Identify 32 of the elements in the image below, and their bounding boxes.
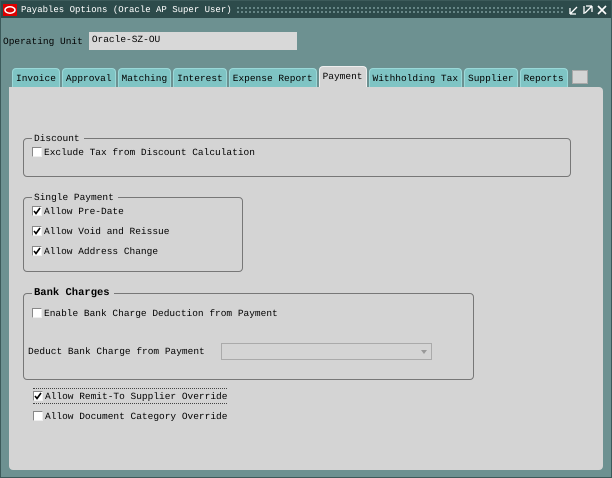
maximize-icon[interactable]: [583, 4, 593, 14]
tab[interactable]: Reports: [520, 68, 568, 87]
minimize-icon[interactable]: [569, 4, 579, 14]
checkbox[interactable]: Enable Bank Charge Deduction from Payment: [32, 305, 278, 321]
tab[interactable]: Withholding Tax: [368, 68, 462, 87]
group-title: Discount: [33, 133, 81, 144]
tab[interactable]: Interest: [173, 68, 227, 87]
tab[interactable]: Supplier: [464, 68, 518, 87]
window-title: Payables Options (Oracle AP Super User): [21, 4, 232, 14]
tab[interactable]: Payment: [318, 66, 366, 87]
deduct-charge-label: Deduct Bank Charge from Payment: [28, 346, 205, 357]
checkmark-icon: [33, 247, 41, 255]
checkbox[interactable]: Allow Document Category Override: [33, 408, 228, 424]
tab[interactable]: Approval: [62, 68, 116, 87]
operating-unit-field[interactable]: Oracle-SZ-OU: [88, 32, 297, 50]
close-icon[interactable]: [597, 4, 607, 14]
checkbox[interactable]: Allow Address Change: [32, 243, 158, 259]
oracle-logo-icon: [3, 4, 17, 16]
operating-unit-label: Operating Unit: [3, 36, 83, 46]
tab[interactable]: Expense Report: [228, 68, 317, 87]
checkmark-icon: [34, 392, 42, 400]
checkbox[interactable]: Allow Void and Reissue: [32, 223, 170, 239]
checkbox[interactable]: Exclude Tax from Discount Calculation: [32, 144, 255, 160]
checkbox[interactable]: Allow Remit-To Supplier Override: [33, 388, 228, 404]
tab[interactable]: Invoice: [12, 68, 60, 87]
dropdown-arrow-icon: [420, 350, 427, 354]
checkmark-icon: [33, 207, 41, 215]
checkbox[interactable]: Allow Pre-Date: [32, 203, 124, 219]
checkmark-icon: [33, 227, 41, 235]
tab[interactable]: Matching: [118, 68, 172, 87]
group-title: Bank Charges: [33, 287, 111, 299]
group-title: Single Payment: [33, 192, 115, 203]
